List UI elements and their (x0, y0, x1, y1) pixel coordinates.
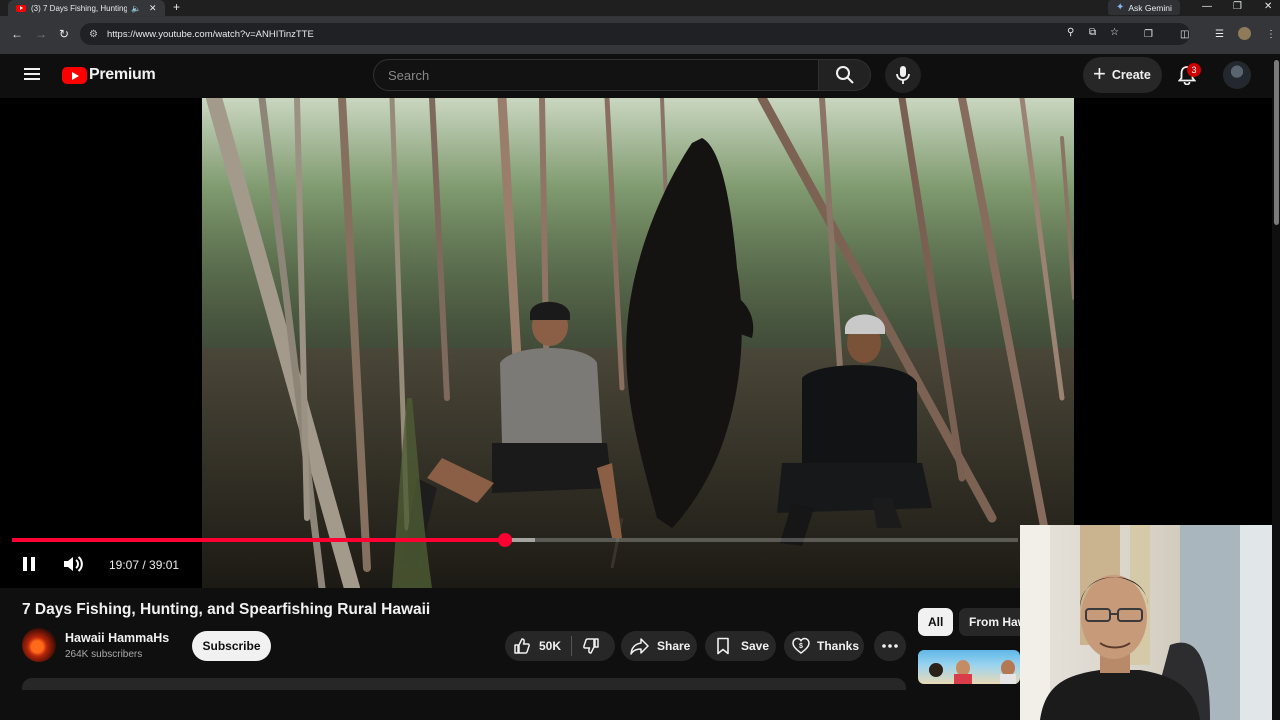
ask-gemini-button[interactable]: ✦ Ask Gemini (1108, 0, 1180, 15)
time-display: 19:07 / 39:01 (109, 558, 179, 572)
svg-text:$: $ (799, 643, 803, 650)
reload-icon[interactable]: ↻ (59, 27, 69, 41)
zoom-icon[interactable]: ⚲ (1067, 27, 1074, 38)
browser-tab-strip: (3) 7 Days Fishing, Hunting 🔈 ✕ + ✦ Ask … (0, 0, 1280, 16)
side-panel-icon[interactable]: ◫ (1180, 29, 1189, 40)
address-bar[interactable]: ⚙ https://www.youtube.com/watch?v=ANHITi… (80, 23, 1190, 45)
like-count: 50K (539, 639, 562, 653)
brand-label[interactable]: Premium (89, 66, 156, 84)
tab-title: (3) 7 Days Fishing, Hunting (31, 3, 127, 13)
video-title: 7 Days Fishing, Hunting, and Spearfishin… (22, 601, 431, 618)
save-label: Save (741, 639, 770, 653)
video-scene-image (202, 98, 1074, 588)
youtube-header: Premium Search + Create 3 (0, 54, 1280, 98)
bookmark-icon (717, 637, 729, 655)
browser-tab-youtube[interactable]: (3) 7 Days Fishing, Hunting 🔈 ✕ (8, 0, 165, 16)
site-info-icon[interactable]: ⚙ (89, 29, 99, 40)
search-input[interactable]: Search (373, 59, 819, 91)
like-button[interactable]: 50K (505, 637, 571, 655)
menu-hamburger-icon[interactable] (24, 68, 40, 80)
notification-count-badge: 3 (1187, 63, 1201, 77)
progress-bar[interactable] (12, 533, 1018, 547)
scrubber-handle[interactable] (497, 533, 512, 547)
back-arrow-icon[interactable]: ← (11, 27, 23, 41)
dislike-button[interactable] (572, 637, 610, 655)
create-button[interactable]: + Create (1083, 57, 1162, 93)
browser-menu-icon[interactable]: ⋮ (1266, 29, 1276, 40)
share-arrow-icon (630, 638, 649, 655)
pause-button[interactable] (20, 554, 38, 574)
chip-from-channel[interactable]: From Haw (959, 608, 1020, 636)
gemini-spark-icon: ✦ (1116, 2, 1125, 13)
youtube-favicon-icon (16, 4, 26, 12)
install-app-icon[interactable]: ⧉ (1089, 27, 1096, 38)
more-actions-button[interactable] (874, 631, 906, 661)
thanks-label: Thanks (817, 639, 860, 653)
chip-all[interactable]: All (918, 608, 954, 636)
webcam-person-image (1020, 525, 1280, 720)
create-label: Create (1111, 68, 1151, 82)
url-text[interactable]: https://www.youtube.com/watch?v=ANHITinz… (107, 29, 314, 40)
webcam-overlay (1020, 525, 1280, 720)
media-controls-icon[interactable]: ☰ (1215, 29, 1224, 40)
subscribe-button[interactable]: Subscribe (192, 631, 271, 661)
total-time: 39:01 (149, 558, 180, 572)
close-window-icon[interactable]: ✕ (1264, 0, 1272, 14)
description-box[interactable] (22, 678, 906, 690)
youtube-logo-icon[interactable] (62, 67, 87, 84)
current-time: 19:07 (109, 558, 140, 572)
share-label: Share (657, 639, 691, 653)
browser-toolbar: ← → ↻ ⚙ https://www.youtube.com/watch?v=… (0, 16, 1280, 54)
save-button[interactable]: Save (705, 631, 776, 661)
extensions-icon[interactable]: ❐ (1144, 29, 1153, 40)
channel-name[interactable]: Hawaii HammaHs (65, 631, 169, 645)
video-player[interactable]: 19:07 / 39:01 (0, 98, 1280, 588)
share-button[interactable]: Share (621, 631, 697, 661)
mute-button[interactable] (62, 554, 84, 574)
like-dislike-group: 50K (505, 631, 615, 661)
microphone-icon (896, 66, 910, 84)
bookmark-star-icon[interactable]: ☆ (1110, 27, 1119, 38)
thanks-button[interactable]: $ Thanks (784, 631, 864, 661)
heart-dollar-icon: $ (792, 637, 810, 654)
search-button[interactable] (819, 59, 871, 91)
plus-icon: + (1093, 61, 1106, 86)
channel-avatar[interactable] (22, 628, 56, 662)
search-icon (836, 66, 854, 84)
voice-search-button[interactable] (885, 57, 921, 93)
account-avatar[interactable] (1223, 61, 1251, 89)
played-bar (12, 538, 505, 542)
video-frame[interactable] (202, 98, 1074, 588)
related-video-thumbnail[interactable] (918, 650, 1020, 684)
new-tab-button[interactable]: + (173, 0, 180, 15)
speaker-icon[interactable]: 🔈 (131, 4, 141, 13)
minimize-window-icon[interactable]: — (1202, 0, 1212, 14)
restore-window-icon[interactable]: ❐ (1233, 0, 1242, 14)
thumbs-down-icon (583, 638, 599, 654)
ask-gemini-label: Ask Gemini (1128, 2, 1172, 13)
page-scrollbar-thumb[interactable] (1274, 60, 1279, 225)
profile-avatar-icon[interactable] (1238, 27, 1251, 40)
subscriber-count: 264K subscribers (65, 649, 143, 660)
more-horizontal-icon (882, 644, 898, 648)
thumbs-up-icon (514, 638, 530, 654)
thumbnail-image (929, 660, 1016, 684)
pause-icon (23, 557, 35, 571)
forward-arrow-icon[interactable]: → (35, 27, 47, 41)
volume-icon (64, 556, 83, 572)
time-separator: / (139, 558, 150, 572)
close-tab-icon[interactable]: ✕ (149, 3, 157, 14)
